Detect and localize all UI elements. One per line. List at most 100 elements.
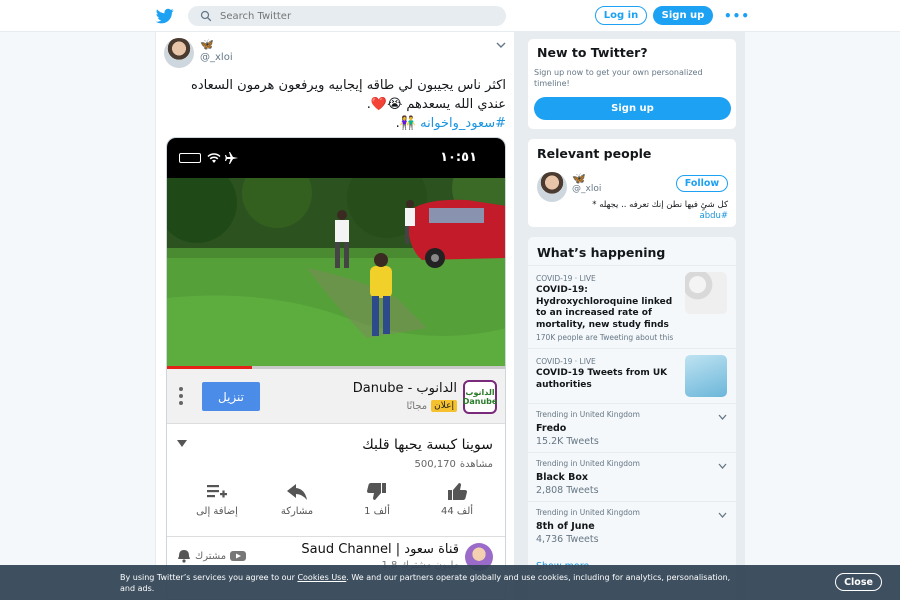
cookie-text: By using Twitter’s services you agree to… [120,572,740,594]
sidebar-signup-button[interactable]: Sign up [534,97,731,120]
tweet-text: اكثر ناس يجيبون لي طاقه إيجابيه ويرفعون … [166,76,506,133]
card-title: What’s happening [537,245,666,260]
action-label: مشاركة [280,506,314,517]
video-scene-image [167,178,505,368]
phone-status-bar: ١٠:٥١ [167,138,505,178]
trend-name: Black Box [536,472,589,483]
like-button[interactable]: 44 ألف [421,483,493,528]
tweet-text-line: عندي الله يسعدهم 😭❤️. [366,97,506,112]
logo-text-en: Danube [462,397,498,406]
hashtag-suffix: 👫. [395,116,421,131]
bio-hashtag[interactable]: #abdu [558,211,728,222]
chevron-down-icon[interactable] [718,463,727,469]
video-info: سوينا كبسة يحبها قلبك مشاهدة 500,170 إضا… [167,425,505,545]
user-handle[interactable]: @_xloi [200,52,233,63]
channel-name[interactable]: Saud Channel | قناة سعود [301,542,459,557]
user-bio: كل شئٍ فيها نطن إنك تعرفه .. يجهله * #ab… [558,200,728,222]
tweet-card: 🦋 @_xloi اكثر ناس يجيبون لي طاقه إيجابيه… [155,32,515,600]
app-install-ad: تنزيل Danube - الدانوب إعلان مجانًا الدا… [167,369,505,424]
ad-meta: إعلان مجانًا [406,400,457,412]
cookie-banner: By using Twitter’s services you agree to… [0,565,900,600]
whats-happening-card: What’s happening COVID-19 · LIVE COVID-1… [527,236,737,600]
cookies-use-link[interactable]: Cookies Use [297,573,346,582]
news-item[interactable]: COVID-19 · LIVE COVID-19 Tweets from UK … [528,348,736,403]
trend-meta: Trending in United Kingdom [536,410,640,419]
pills-thumbnail [685,272,727,314]
search-box[interactable] [188,6,506,26]
trend-item[interactable]: Trending in United Kingdom Black Box 2,8… [528,452,736,501]
trend-meta: Trending in United Kingdom [536,459,640,468]
trend-item[interactable]: Trending in United Kingdom 8th of June 4… [528,501,736,550]
chevron-down-icon[interactable] [718,414,727,420]
ad-badge: إعلان [431,400,457,412]
video-actions: إضافة إلى مشاركة 1 ألف 44 ألف [167,483,505,528]
trend-item[interactable]: Trending in United Kingdom Fredo 15.2K T… [528,403,736,452]
airplane-icon [225,152,238,164]
logo-text-ar: الدانوب [465,388,495,397]
views-count: 500,170 [414,459,456,470]
trend-count: 2,808 Tweets [536,485,599,496]
view-count: مشاهدة 500,170 [415,459,493,470]
add-to-button[interactable]: إضافة إلى [181,483,253,528]
new-to-twitter-card: New to Twitter? Sign up now to get your … [527,38,737,130]
thumbs-up-icon [448,483,467,500]
video-frame[interactable] [167,178,505,368]
news-item[interactable]: COVID-19 · LIVE COVID-19: Hydroxychloroq… [528,265,736,348]
ad-app-title: Danube - الدانوب [352,381,457,396]
mask-thumbnail [685,355,727,397]
kebab-menu-icon[interactable] [179,386,183,406]
expand-triangle-icon[interactable] [177,440,187,448]
avatar[interactable] [537,172,567,202]
top-navigation-bar: Log in Sign up ••• [0,0,900,32]
subscribed-status[interactable]: مشترك [177,549,247,563]
news-meta: COVID-19 · LIVE [536,357,596,366]
ad-price: مجانًا [406,400,428,412]
chevron-down-icon[interactable] [718,512,727,518]
avatar[interactable] [164,38,194,68]
add-to-playlist-icon [207,485,227,498]
display-name[interactable]: 🦋 [200,38,214,51]
bio-text: كل شئٍ فيها نطن إنك تعرفه .. يجهله * [592,200,728,210]
trend-meta: Trending in United Kingdom [536,508,640,517]
tweet-media-screenshot[interactable]: ١٠:٥١ تنزيل Danube - الدانوب إعلان مجانً… [166,137,506,600]
news-headline: COVID-19 Tweets from UK authorities [536,368,668,390]
signup-button[interactable]: Sign up [653,6,713,25]
battery-icon [179,153,201,163]
share-icon [287,484,307,500]
user-handle[interactable]: @_xloi [572,184,601,194]
twitter-bird-icon[interactable] [156,7,174,25]
card-title: New to Twitter? [537,45,648,60]
news-headline: COVID-19: Hydroxychloroquine linked to a… [536,285,673,330]
video-title: سوينا كبسة يحبها قلبك [362,437,493,453]
news-meta: COVID-19 · LIVE [536,274,596,283]
trend-count: 15.2K Tweets [536,436,599,447]
share-button[interactable]: مشاركة [261,483,333,528]
action-label: 1 ألف [364,506,390,517]
bell-icon [178,550,190,563]
youtube-play-icon [230,551,247,561]
cookie-text-before: By using Twitter’s services you agree to… [120,573,298,582]
trend-count: 4,736 Tweets [536,534,599,545]
more-dots-icon[interactable]: ••• [724,9,750,23]
status-time: ١٠:٥١ [440,150,477,165]
chevron-down-icon[interactable] [496,40,506,50]
search-input[interactable] [220,10,480,22]
action-label: إضافة إلى [196,506,238,517]
follow-button[interactable]: Follow [676,175,728,192]
tweet-text-line: اكثر ناس يجيبون لي طاقه إيجابيه ويرفعون … [191,78,506,93]
install-button[interactable]: تنزيل [202,382,260,411]
login-button[interactable]: Log in [595,6,647,25]
card-description: Sign up now to get your own personalized… [534,68,703,88]
dislike-button[interactable]: 1 ألف [341,483,413,528]
search-icon [200,10,212,22]
page-background-right [745,32,900,600]
subscribed-label: مشترك [195,550,227,562]
wifi-icon [207,153,221,163]
news-sub: 170K people are Tweeting about this [536,333,674,342]
close-button[interactable]: Close [835,573,882,591]
hashtag-link[interactable]: #سعود_واخوانه [420,116,506,131]
views-label: مشاهدة [459,459,493,470]
page-background-left [0,32,155,600]
relevant-people-card: Relevant people 🦋 @_xloi Follow كل شئٍ ف… [527,138,737,228]
thumbs-down-icon [367,483,386,500]
